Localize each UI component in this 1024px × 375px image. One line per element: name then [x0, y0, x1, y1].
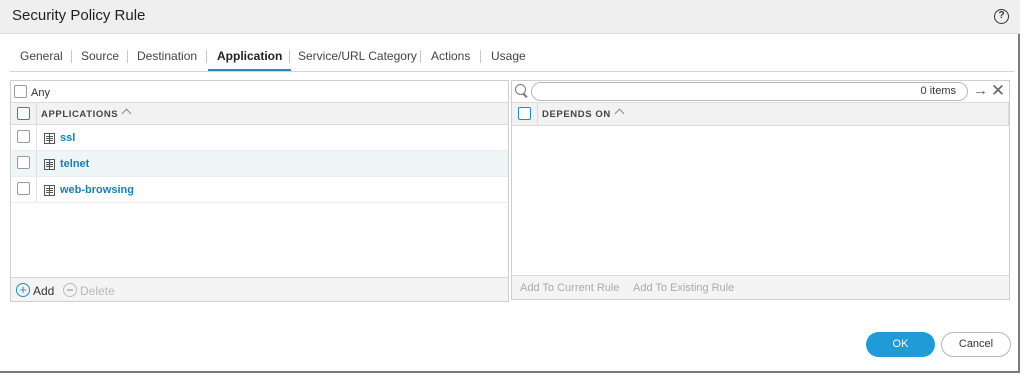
add-to-existing-rule-button[interactable]: Add To Existing Rule [633, 282, 734, 294]
tab-divider [420, 50, 421, 63]
add-button[interactable]: Add [33, 284, 54, 298]
column-divider [36, 151, 37, 176]
column-divider [36, 125, 37, 150]
depends-on-grid-header: DEPENDS ON [512, 102, 1009, 126]
search-icon[interactable] [515, 84, 528, 97]
dialog-titlebar: Security Policy Rule ? [0, 0, 1020, 34]
column-divider [36, 103, 37, 124]
tab-source[interactable]: Source [81, 40, 119, 71]
tab-general[interactable]: General [20, 40, 63, 71]
delete-icon[interactable] [63, 283, 77, 297]
arrow-right-icon[interactable]: → [973, 83, 989, 98]
row-checkbox[interactable] [17, 182, 30, 195]
application-row[interactable]: web-browsing [11, 177, 508, 203]
application-row[interactable]: ssl [11, 125, 508, 151]
applications-panel: Any APPLICATIONS ssl telnet web-browsing [10, 80, 509, 302]
tab-divider [127, 50, 128, 63]
tab-usage[interactable]: Usage [491, 40, 526, 71]
tab-divider [480, 50, 481, 63]
application-link[interactable]: web-browsing [60, 184, 134, 196]
help-icon[interactable]: ? [994, 9, 1009, 24]
sort-caret-icon[interactable] [121, 108, 132, 119]
sort-caret-icon[interactable] [614, 108, 625, 119]
any-checkbox[interactable] [14, 85, 27, 98]
tab-divider [71, 50, 72, 63]
application-row[interactable]: telnet [11, 151, 508, 177]
applications-grid-header: APPLICATIONS [11, 102, 508, 125]
row-checkbox[interactable] [17, 130, 30, 143]
tab-divider [289, 50, 290, 63]
add-icon[interactable]: + [16, 283, 30, 297]
tab-divider [206, 50, 207, 63]
delete-button[interactable]: Delete [80, 284, 115, 298]
cancel-button[interactable]: Cancel [941, 332, 1011, 357]
column-divider [36, 177, 37, 202]
select-all-depends-checkbox[interactable] [518, 107, 531, 120]
application-link[interactable]: telnet [60, 158, 89, 170]
ok-button[interactable]: OK [866, 332, 935, 357]
application-link[interactable]: ssl [60, 132, 75, 144]
add-to-current-rule-button[interactable]: Add To Current Rule [520, 282, 619, 294]
applications-panel-footer: + Add Delete [11, 277, 508, 301]
application-icon [44, 185, 55, 196]
security-policy-rule-dialog: Security Policy Rule ? General Source De… [0, 0, 1020, 373]
depends-on-panel: 0 items → ✕ DEPENDS ON Add To Current Ru… [511, 80, 1010, 300]
select-all-applications-checkbox[interactable] [17, 107, 30, 120]
search-input[interactable] [531, 82, 968, 101]
column-divider [537, 103, 538, 125]
depends-on-column-header[interactable]: DEPENDS ON [542, 109, 611, 120]
tab-application[interactable]: Application [208, 40, 292, 71]
column-divider [1008, 103, 1009, 125]
items-count: 0 items [920, 85, 956, 97]
tab-actions[interactable]: Actions [431, 40, 470, 71]
close-icon[interactable]: ✕ [990, 82, 1006, 99]
application-icon [44, 133, 55, 144]
any-row: Any [11, 81, 508, 102]
depends-on-panel-footer: Add To Current Rule Add To Existing Rule [512, 275, 1009, 299]
application-icon [44, 159, 55, 170]
tab-bar: General Source Destination Application S… [10, 40, 1014, 72]
row-checkbox[interactable] [17, 156, 30, 169]
applications-column-header[interactable]: APPLICATIONS [41, 109, 118, 120]
tab-destination[interactable]: Destination [137, 40, 197, 71]
tab-service-url-category[interactable]: Service/URL Category [298, 40, 417, 71]
any-label: Any [31, 87, 50, 99]
dialog-title: Security Policy Rule [12, 7, 146, 24]
